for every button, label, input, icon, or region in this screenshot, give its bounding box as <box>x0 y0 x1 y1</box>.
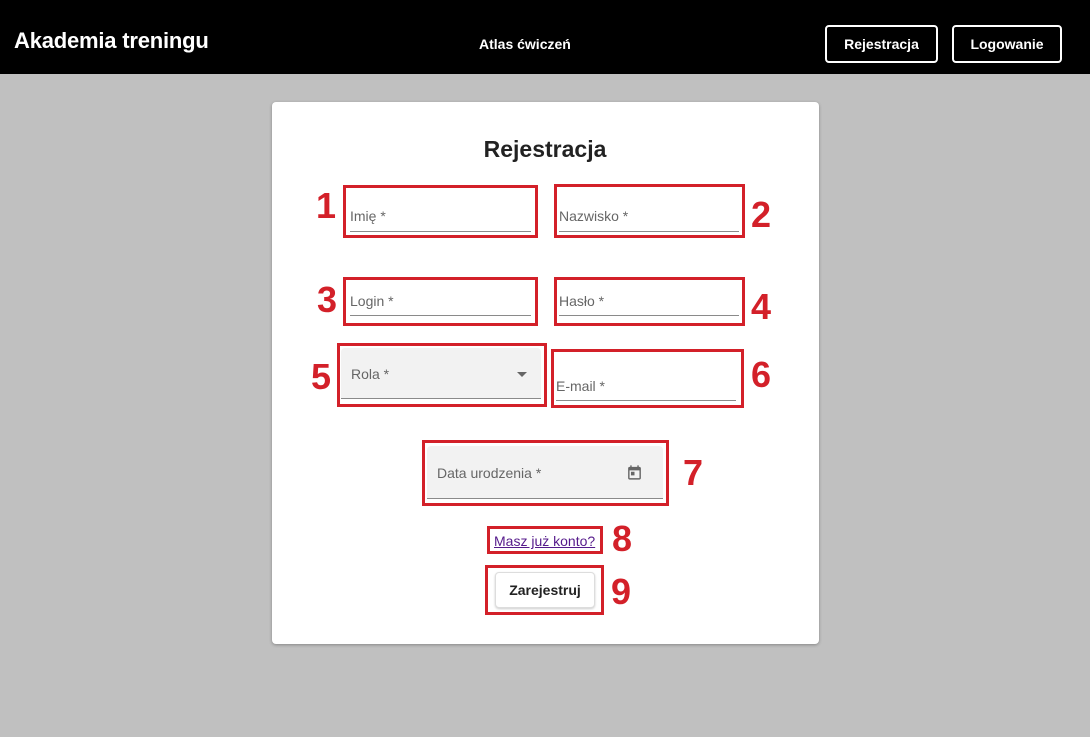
last-name-field[interactable]: Nazwisko * <box>559 190 739 232</box>
have-account-link[interactable]: Masz już konto? <box>494 533 595 549</box>
nav-link-exercise-atlas[interactable]: Atlas ćwiczeń <box>479 36 571 52</box>
register-submit-button[interactable]: Zarejestruj <box>495 572 595 608</box>
first-name-label: Imię * <box>350 208 386 224</box>
register-nav-button[interactable]: Rejestracja <box>825 25 938 63</box>
role-select[interactable]: Rola * <box>341 348 541 399</box>
brand-logo[interactable]: Akademia treningu <box>14 28 209 54</box>
first-name-field[interactable]: Imię * <box>350 190 531 232</box>
annotation-number-6: 6 <box>751 354 772 395</box>
annotation-number-2: 2 <box>751 194 772 235</box>
password-label: Hasło * <box>559 293 605 309</box>
page-title: Rejestracja <box>483 136 607 162</box>
birthdate-label: Data urodzenia * <box>437 465 542 481</box>
annotation-number-4: 4 <box>751 286 772 327</box>
top-navbar: Akademia treningu Atlas ćwiczeń Rejestra… <box>0 0 1090 74</box>
email-field[interactable]: E-mail * <box>556 356 736 401</box>
annotation-number-9: 9 <box>611 571 632 612</box>
last-name-label: Nazwisko * <box>559 208 629 224</box>
email-label: E-mail * <box>556 378 606 394</box>
login-nav-button[interactable]: Logowanie <box>952 25 1062 63</box>
annotation-number-3: 3 <box>317 279 338 320</box>
role-label: Rola * <box>351 366 390 382</box>
password-field[interactable]: Hasło * <box>559 282 739 316</box>
annotation-number-7: 7 <box>683 452 704 493</box>
birthdate-field[interactable]: Data urodzenia * <box>427 446 663 499</box>
calendar-icon[interactable] <box>626 464 643 481</box>
chevron-down-icon <box>517 372 527 377</box>
annotation-number-8: 8 <box>612 518 633 559</box>
login-label: Login * <box>350 293 394 309</box>
annotation-number-1: 1 <box>316 185 337 226</box>
annotation-number-5: 5 <box>311 356 332 397</box>
login-field[interactable]: Login * <box>350 282 531 316</box>
